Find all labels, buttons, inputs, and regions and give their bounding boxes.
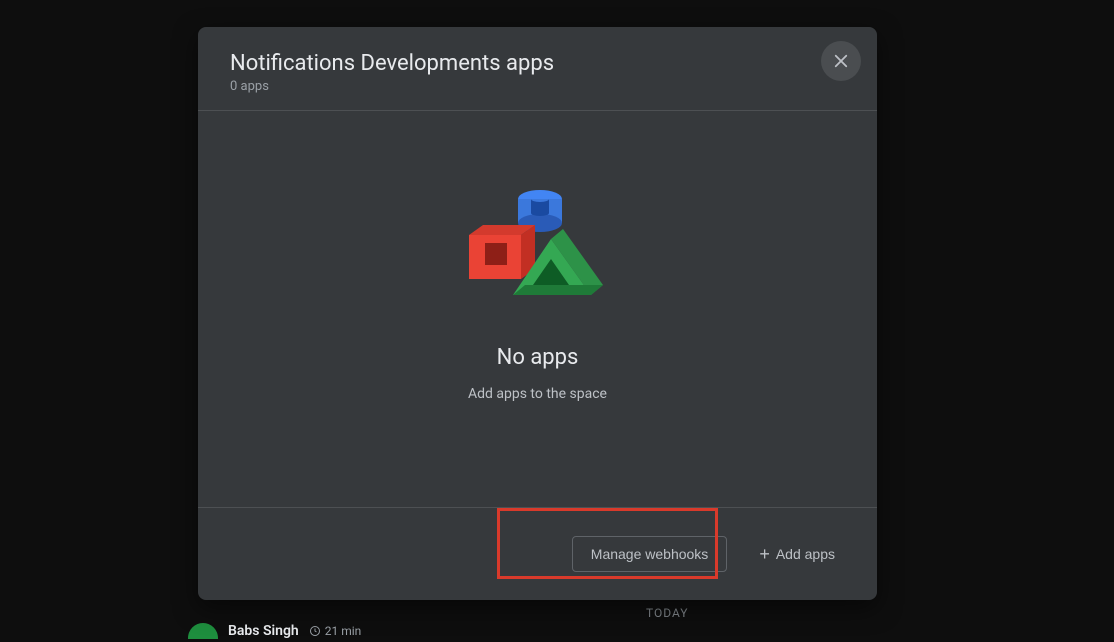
timestamp-text: 21 min [325,624,362,638]
dialog-body: No apps Add apps to the space [198,111,877,507]
history-icon [309,625,321,637]
add-apps-button[interactable]: + Add apps [741,536,853,572]
close-button[interactable] [821,41,861,81]
date-separator-today: TODAY [646,606,689,620]
apps-dialog: Notifications Developments apps 0 apps [198,27,877,600]
message-row: Babs Singh 21 min [188,623,361,639]
avatar [188,623,218,639]
add-apps-label: Add apps [776,546,835,562]
plus-icon: + [759,545,770,563]
empty-state-title: No apps [497,345,579,370]
empty-state-subtitle: Add apps to the space [468,386,607,402]
dialog-footer: Manage webhooks + Add apps [198,507,877,600]
manage-webhooks-label: Manage webhooks [591,546,709,562]
dialog-subtitle: 0 apps [230,79,845,94]
empty-illustration [463,187,613,307]
sender-name: Babs Singh [228,623,299,639]
dialog-header: Notifications Developments apps 0 apps [198,27,877,111]
close-icon [832,52,850,70]
dialog-title: Notifications Developments apps [230,51,845,76]
manage-webhooks-button[interactable]: Manage webhooks [572,536,728,572]
timestamp: 21 min [309,624,362,638]
